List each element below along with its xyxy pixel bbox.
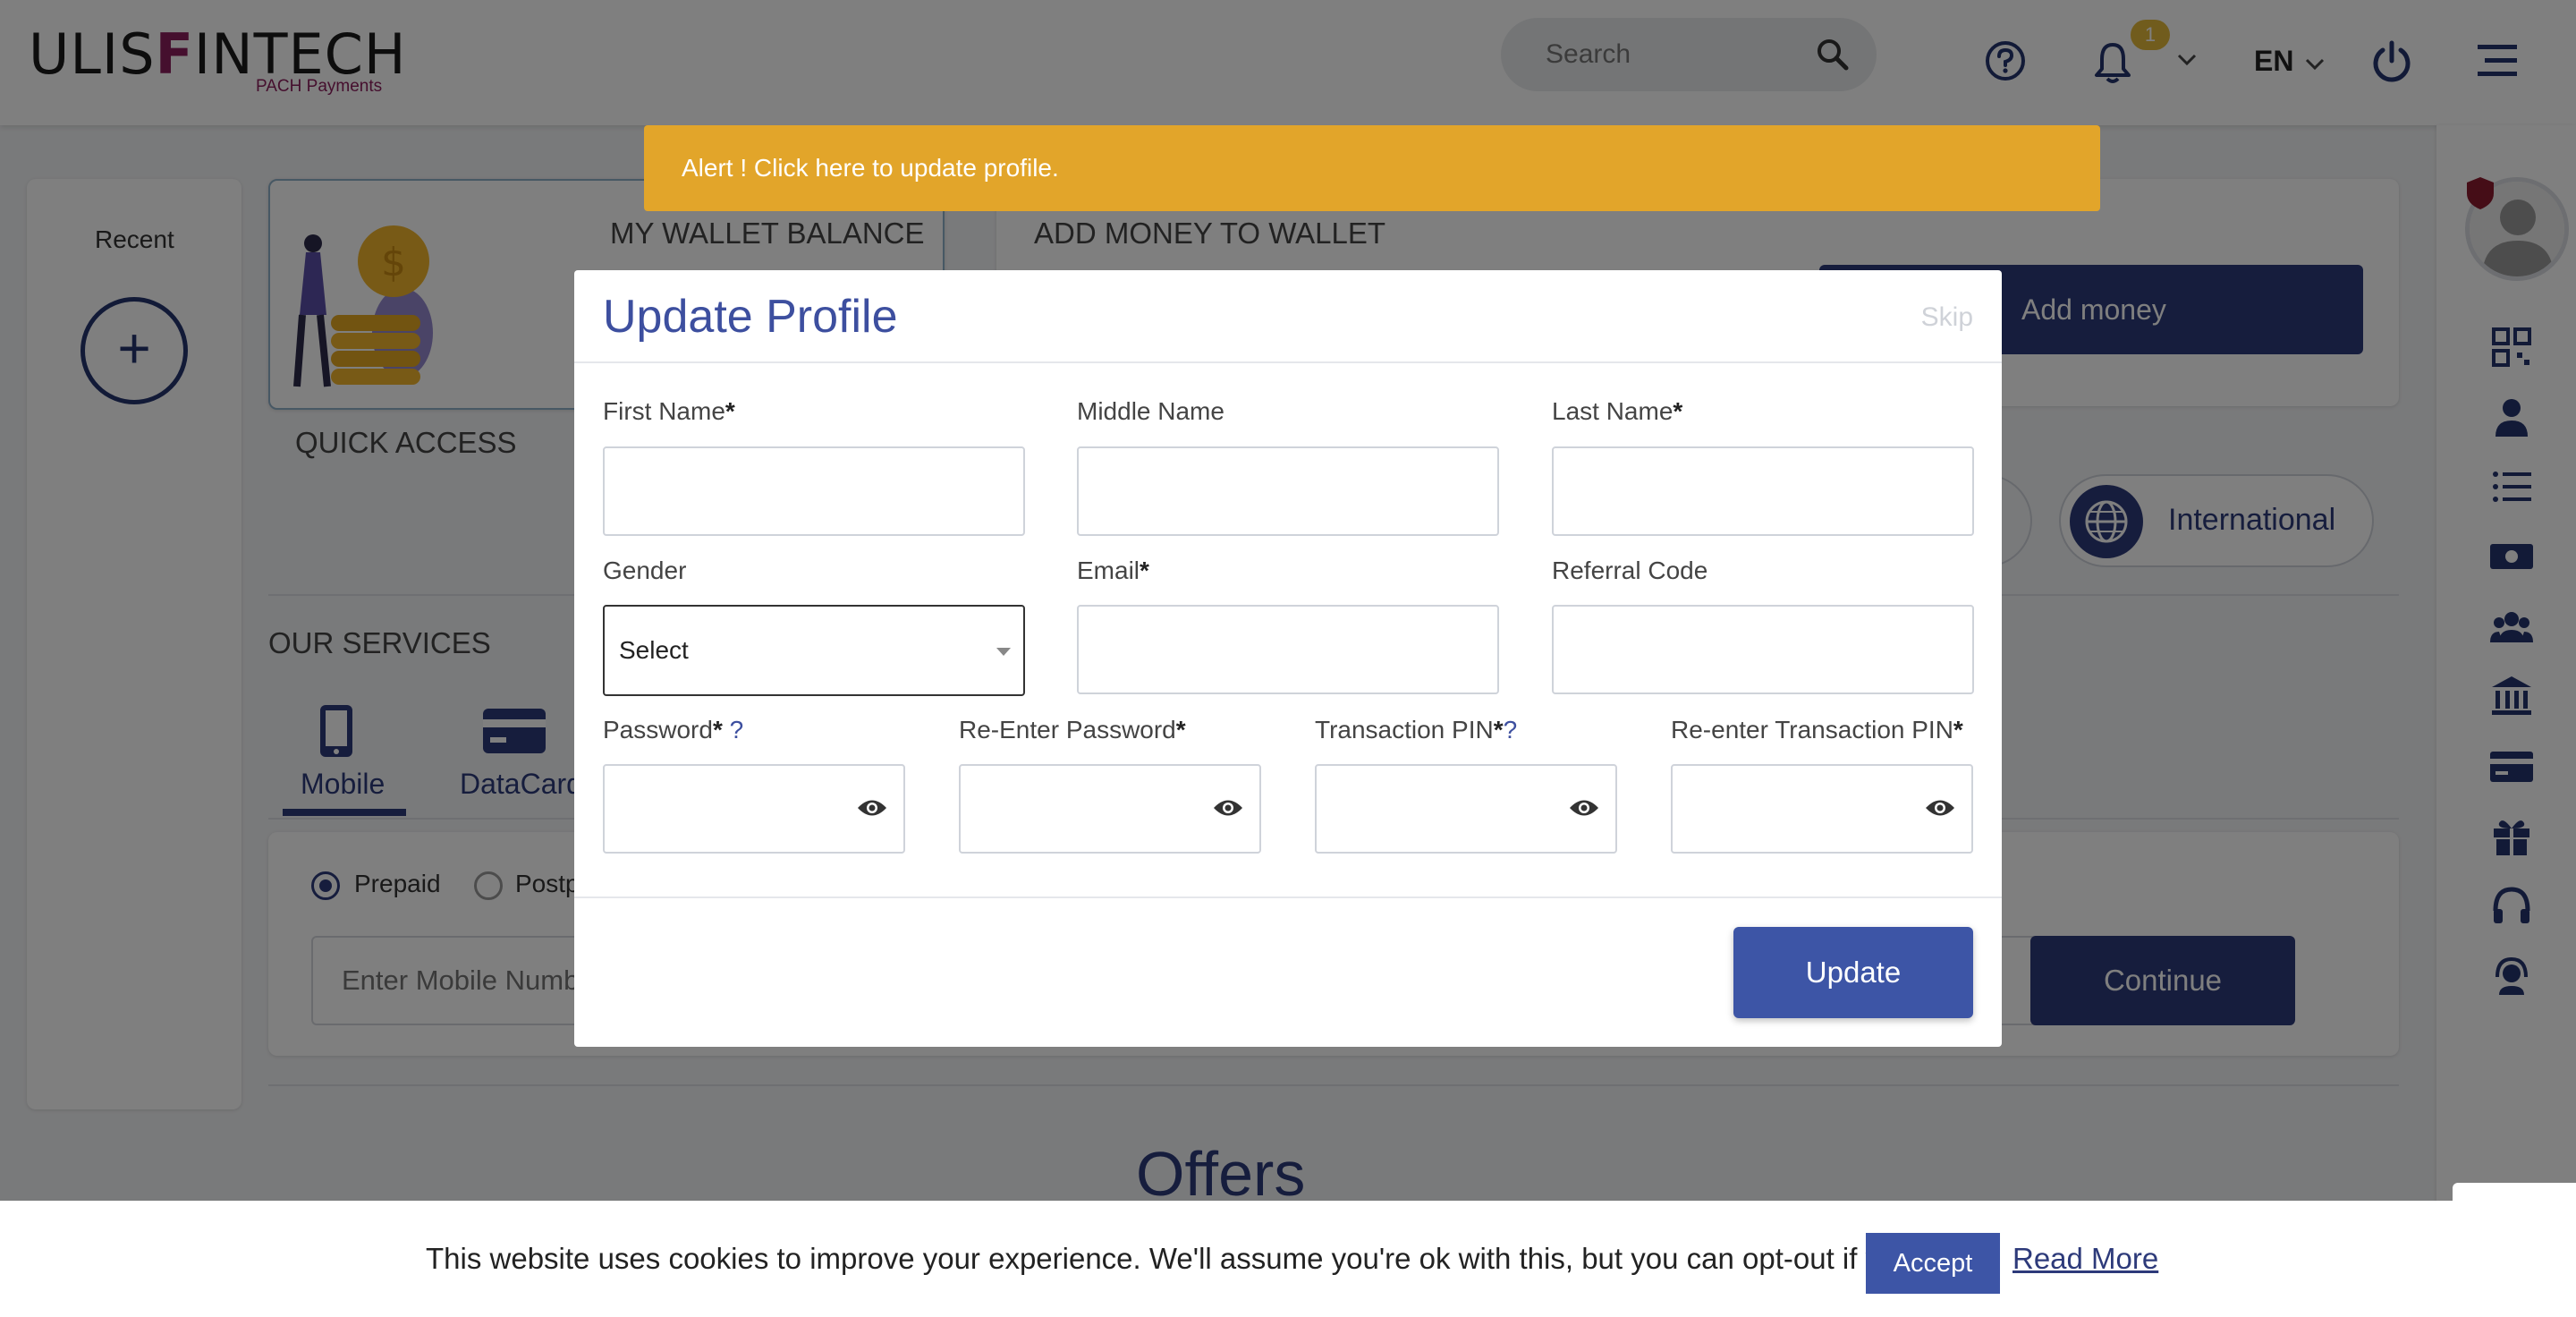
middle-name-label: Middle Name [1077, 397, 1224, 425]
modal-footer-divider [574, 896, 2002, 898]
gender-label: Gender [603, 557, 687, 584]
cookie-banner: This website uses cookies to improve you… [0, 1201, 2576, 1317]
accept-cookies-button[interactable]: Accept [1866, 1233, 2000, 1294]
last-name-input[interactable] [1552, 446, 1974, 536]
update-profile-modal: Update Profile Skip First Name* Middle N… [574, 270, 2002, 1047]
password-label: Password* ? [603, 716, 744, 743]
update-button[interactable]: Update [1733, 927, 1973, 1018]
email-label: Email* [1077, 557, 1149, 584]
eye-icon[interactable] [1569, 798, 1599, 818]
read-more-link[interactable]: Read More [2012, 1242, 2158, 1276]
middle-name-input[interactable] [1077, 446, 1499, 536]
email-field[interactable] [1077, 605, 1499, 694]
first-name-input[interactable] [603, 446, 1025, 536]
first-name-label: First Name* [603, 397, 735, 425]
skip-link[interactable]: Skip [1921, 302, 1973, 333]
transaction-pin-label: Transaction PIN*? [1315, 716, 1518, 743]
reenter-transaction-pin-label: Re-enter Transaction PIN* [1671, 716, 1963, 743]
referral-code-label: Referral Code [1552, 557, 1708, 584]
last-name-label: Last Name* [1552, 397, 1683, 425]
transaction-pin-help[interactable]: ? [1504, 716, 1518, 743]
modal-title: Update Profile [603, 291, 898, 343]
eye-icon[interactable] [857, 798, 887, 818]
referral-code-input[interactable] [1552, 605, 1974, 694]
modal-header: Update Profile Skip [574, 270, 2002, 363]
reenter-password-label: Re-Enter Password* [959, 716, 1186, 743]
caret-down-icon [996, 648, 1011, 656]
cookie-text: This website uses cookies to improve you… [426, 1242, 1989, 1275]
update-profile-alert[interactable]: Alert ! Click here to update profile. [644, 125, 2100, 211]
eye-icon[interactable] [1213, 798, 1243, 818]
gender-select[interactable]: Select [603, 605, 1025, 696]
gender-select-value: Select [619, 636, 689, 664]
eye-icon[interactable] [1925, 798, 1955, 818]
password-help[interactable]: ? [730, 716, 744, 743]
